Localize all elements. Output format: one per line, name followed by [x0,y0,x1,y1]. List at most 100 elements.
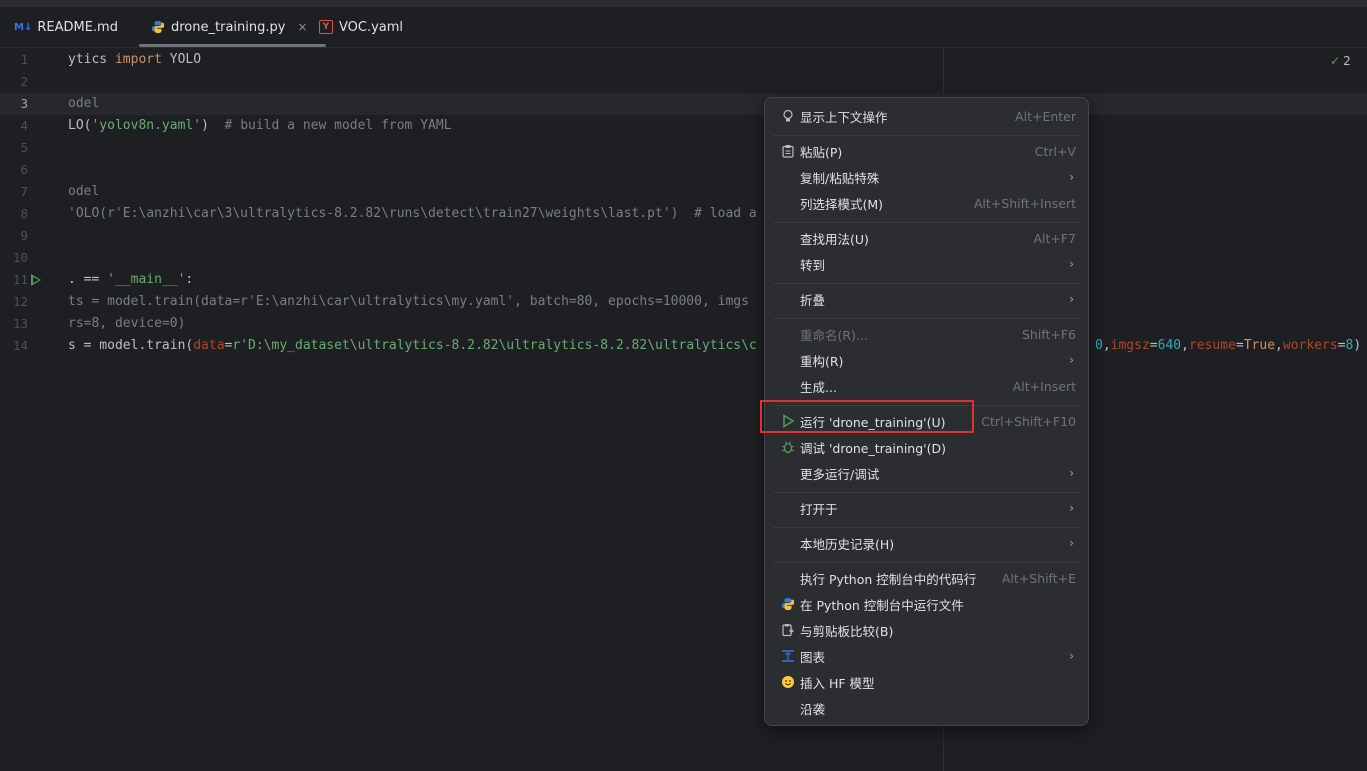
menu-item-shortcut: Alt+Shift+E [1001,570,1076,586]
menu-item[interactable]: 更多运行/调试 › [773,461,1080,485]
menu-item[interactable]: 打开于 › [773,496,1080,520]
menu-separator [773,492,1080,493]
diagram-icon [780,648,796,664]
code-text: ts = model.train(data=r'E:\anzhi\car\ult… [68,294,749,309]
menu-item[interactable]: 列选择模式(M) Alt+Shift+Insert [773,191,1080,215]
lightbulb-icon [780,108,796,124]
code-text: s = model.train(data=r'D:\my_dataset\ult… [68,338,757,353]
menu-item-label: 生成... [800,379,837,395]
line-number: 3 [20,96,28,111]
menu-item-label: 更多运行/调试 [800,466,880,482]
menu-item[interactable]: 转到 › [773,252,1080,276]
menu-item-label: 与剪贴板比较(B) [800,623,894,639]
menu-item-label: 图表 [800,649,826,665]
menu-item[interactable]: 沿袭 [773,696,1080,720]
menu-item[interactable]: 生成... Alt+Insert [773,374,1080,398]
menu-item[interactable]: 本地历史记录(H) › [773,531,1080,555]
menu-item-label: 沿袭 [800,701,826,717]
menu-item-shortcut: Shift+F6 [1021,326,1076,342]
line-number: 6 [20,162,28,177]
code-line[interactable]: 13 rs=8, device=0) [0,313,1367,335]
line-number: 1 [20,52,28,67]
tab-label: README.md [37,19,118,35]
highlight-annotation-box [760,400,974,433]
code-line[interactable]: 9 [0,225,1367,247]
menu-item-shortcut: Alt+Shift+Insert [973,195,1076,211]
code-line[interactable]: 14 s = model.train(data=r'D:\my_dataset\u… [0,335,1367,357]
code-line[interactable]: 4 LO('yolov8n.yaml') # build a new model … [0,115,1367,137]
menu-item[interactable]: 折叠 › [773,287,1080,311]
menu-item-label: 重命名(R)... [800,327,868,343]
line-number: 2 [20,74,28,89]
menu-separator [773,562,1080,563]
code-line[interactable]: 1 ytics import YOLO [0,49,1367,71]
line-number: 11 [12,272,28,287]
yaml-icon: Y [319,20,333,34]
compare-clipboard-icon [780,622,796,638]
menu-item-shortcut: Alt+Enter [1015,108,1076,124]
code-text: . == '__main__': [68,272,194,287]
chevron-right-icon: › [1069,649,1074,663]
menu-item[interactable]: 在 Python 控制台中运行文件 [773,592,1080,616]
line-number: 8 [20,206,28,221]
menu-item-label: 复制/粘贴特殊 [800,170,880,186]
code-text: 'OLO(r'E:\anzhi\car\3\ultralytics-8.2.82… [68,206,757,221]
menu-item[interactable]: 粘贴(P) Ctrl+V [773,139,1080,163]
code-line[interactable]: 5 [0,137,1367,159]
menu-separator [773,527,1080,528]
menu-item[interactable]: 显示上下文操作 Alt+Enter [773,104,1080,128]
menu-separator [773,135,1080,136]
tab-drone-training[interactable]: drone_training.py × [139,7,325,47]
code-text: odel [68,184,100,199]
menu-item[interactable]: 执行 Python 控制台中的代码行 Alt+Shift+E [773,566,1080,590]
code-line[interactable]: 6 [0,159,1367,181]
code-line[interactable]: 2 [0,71,1367,93]
line-number: 10 [12,250,28,265]
close-icon[interactable]: × [297,20,307,34]
clipboard-icon [780,143,796,159]
line-number: 13 [12,316,28,331]
code-text: odel [68,96,100,111]
menu-item-label: 重构(R) [800,353,844,369]
code-line[interactable]: 3 odel [0,93,1367,115]
menu-item-label: 在 Python 控制台中运行文件 [800,597,964,613]
menu-separator [773,222,1080,223]
menu-item[interactable]: 插入 HF 模型 [773,670,1080,694]
menu-item-label: 转到 [800,257,826,273]
code-line[interactable]: 8 'OLO(r'E:\anzhi\car\3\ultralytics-8.2.8… [0,203,1367,225]
line-number: 7 [20,184,28,199]
menu-item-shortcut: Ctrl+V [1034,143,1076,159]
python-icon [151,20,165,34]
tab-label: VOC.yaml [339,19,404,35]
huggingface-icon [780,674,796,690]
menu-separator [773,283,1080,284]
menu-item-label: 本地历史记录(H) [800,536,895,552]
run-gutter-icon[interactable] [31,274,41,286]
code-text: rs=8, device=0) [68,316,186,331]
menu-item[interactable]: 重构(R) › [773,348,1080,372]
menu-item-label: 插入 HF 模型 [800,675,875,691]
menu-item[interactable]: 与剪贴板比较(B) [773,618,1080,642]
tab-readme[interactable]: M↓ README.md [14,7,118,47]
line-number: 12 [12,294,28,309]
tab-voc-yaml[interactable]: Y VOC.yaml [319,7,403,47]
menu-item-label: 显示上下文操作 [800,109,888,125]
code-editor[interactable]: 1 ytics import YOLO 2 3 odel 4 LO('yolov8n.yam… [0,48,1367,771]
code-line[interactable]: 11 . == '__main__': [0,269,1367,291]
code-line[interactable]: 12 ts = model.train(data=r'E:\anzhi\car\u… [0,291,1367,313]
menu-item[interactable]: 图表 › [773,644,1080,668]
menu-item[interactable]: 复制/粘贴特殊 › [773,165,1080,189]
menu-item[interactable]: 查找用法(U) Alt+F7 [773,226,1080,250]
code-text: ytics import YOLO [68,52,202,67]
chevron-right-icon: › [1069,292,1074,306]
chevron-right-icon: › [1069,353,1074,367]
menu-item-label: 打开于 [800,501,838,517]
chevron-right-icon: › [1069,536,1074,550]
menu-item-label: 执行 Python 控制台中的代码行 [800,571,977,587]
code-text: LO('yolov8n.yaml') # build a new model f… [68,118,452,133]
line-number: 5 [20,140,28,155]
code-text-tail: 0,imgsz=640,resume=True,workers=8) [1095,338,1362,353]
code-line[interactable]: 7 odel [0,181,1367,203]
code-line[interactable]: 10 [0,247,1367,269]
menu-item[interactable]: 调试 'drone_training'(D) [773,435,1080,459]
